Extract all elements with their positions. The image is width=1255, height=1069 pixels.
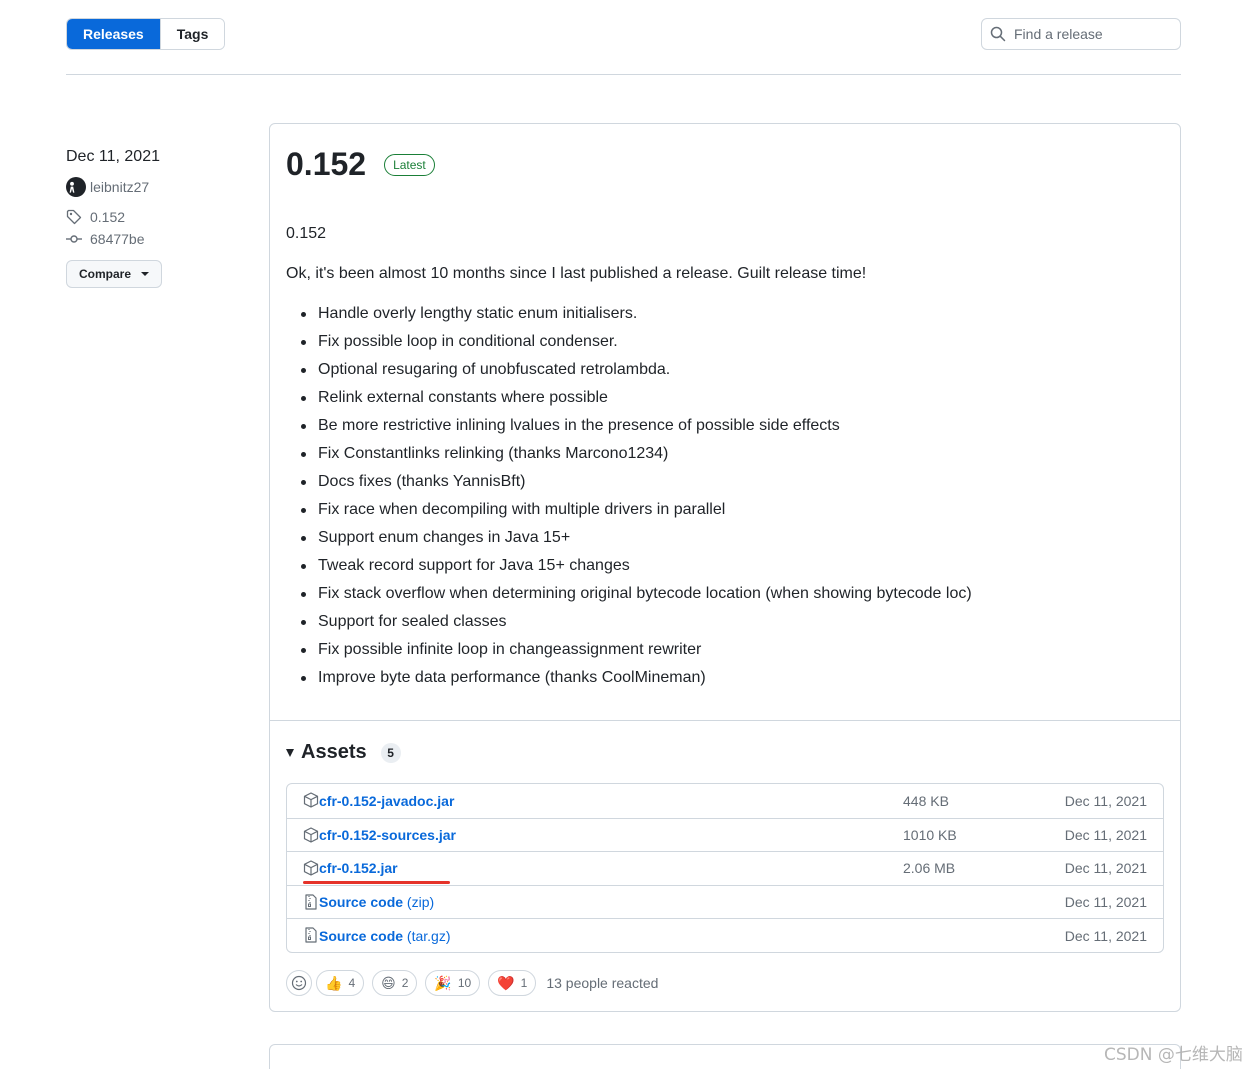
reaction-heart[interactable]: ❤️ 1 <box>488 970 537 996</box>
asset-row: cfr-0.152-sources.jar 1010 KB Dec 11, 20… <box>287 817 1163 852</box>
asset-link[interactable]: cfr-0.152-sources.jar <box>319 827 456 843</box>
add-reaction-button[interactable] <box>286 970 312 996</box>
asset-link[interactable]: cfr-0.152-javadoc.jar <box>319 793 454 809</box>
reaction-thumbs-up[interactable]: 👍 4 <box>316 970 365 996</box>
list-item: Support enum changes in Java 15+ <box>286 526 1146 550</box>
package-icon <box>303 860 319 876</box>
reaction-summary[interactable]: 13 people reacted <box>546 975 658 991</box>
commit-sha[interactable]: 68477be <box>90 231 145 247</box>
watermark: CSDN @七维大脑 <box>1104 1045 1243 1065</box>
asset-date: Dec 11, 2021 <box>1064 826 1147 843</box>
smiley-icon <box>291 975 307 991</box>
reaction-hooray[interactable]: 🎉 10 <box>425 970 481 996</box>
asset-row: cfr-0.152-javadoc.jar 448 KB Dec 11, 202… <box>287 784 1163 818</box>
assets-list: cfr-0.152-javadoc.jar 448 KB Dec 11, 202… <box>286 783 1164 953</box>
avatar <box>66 177 86 197</box>
asset-size: 1010 KB <box>903 826 957 843</box>
list-item: Fix stack overflow when determining orig… <box>286 582 1146 606</box>
release-header: 0.152 Latest <box>286 146 435 183</box>
heart-icon: ❤️ <box>497 974 515 991</box>
find-release-search[interactable] <box>981 18 1181 50</box>
hooray-icon: 🎉 <box>434 974 452 991</box>
asset-size: 448 KB <box>903 792 949 809</box>
compare-button[interactable]: Compare <box>66 260 163 288</box>
chevron-down-icon <box>141 272 150 276</box>
tag-row[interactable]: 0.152 <box>66 208 246 226</box>
list-item: Tweak record support for Java 15+ change… <box>286 554 1146 578</box>
list-item: Handle overly lengthy static enum initia… <box>286 302 1146 326</box>
search-icon <box>990 26 1006 42</box>
notes-heading: 0.152 <box>286 225 327 242</box>
thumbs-up-icon: 👍 <box>325 974 343 991</box>
assets-title: Assets <box>301 741 367 763</box>
package-icon <box>303 826 319 843</box>
header-divider <box>66 74 1181 75</box>
list-item: Relink external constants where possible <box>286 386 1146 410</box>
list-item: Fix possible loop in conditional condens… <box>286 330 1146 354</box>
asset-date: Dec 11, 2021 <box>1064 927 1147 944</box>
list-item: Support for sealed classes <box>286 610 1146 634</box>
tag-name[interactable]: 0.152 <box>90 209 125 225</box>
tab-tags[interactable]: Tags <box>159 19 225 49</box>
asset-link[interactable]: Source code (tar.gz) <box>319 928 451 944</box>
reaction-laugh[interactable]: 😄 2 <box>372 970 418 996</box>
latest-badge: Latest <box>384 153 435 176</box>
list-item: Docs fixes (thanks YannisBft) <box>286 470 1146 494</box>
asset-link[interactable]: cfr-0.152.jar <box>319 860 398 876</box>
asset-row: cfr-0.152.jar 2.06 MB Dec 11, 2021 <box>287 851 1163 885</box>
compare-label: Compare <box>79 267 132 281</box>
author-row[interactable]: leibnitz27 <box>66 177 246 197</box>
list-item: Fix race when decompiling with multiple … <box>286 498 1146 522</box>
asset-date: Dec 11, 2021 <box>1064 894 1147 911</box>
notes-intro: Ok, it's been almost 10 months since I l… <box>286 265 867 282</box>
release-notes: 0.152 Ok, it's been almost 10 months sin… <box>286 222 1146 694</box>
highlight-underline <box>303 881 450 884</box>
asset-row: Source code (tar.gz) Dec 11, 2021 <box>287 918 1163 952</box>
tag-icon <box>66 209 82 225</box>
assets-divider <box>270 720 1180 721</box>
list-item: Fix Constantlinks relinking (thanks Marc… <box>286 442 1146 466</box>
package-icon <box>303 792 319 808</box>
release-title[interactable]: 0.152 <box>286 146 366 183</box>
next-release-card <box>269 1044 1181 1069</box>
release-card: 0.152 Latest 0.152 Ok, it's been almost … <box>269 123 1181 1012</box>
git-commit-icon <box>66 235 82 243</box>
file-zip-icon <box>305 894 317 910</box>
file-zip-icon <box>305 927 317 943</box>
author-name[interactable]: leibnitz27 <box>90 179 149 195</box>
assets-count-badge: 5 <box>380 742 401 763</box>
tab-releases[interactable]: Releases <box>67 19 160 49</box>
list-item: Fix possible infinite loop in changeassi… <box>286 638 1146 662</box>
list-item: Optional resugaring of unobfuscated retr… <box>286 358 1146 382</box>
search-input[interactable] <box>1014 26 1174 42</box>
asset-size: 2.06 MB <box>903 860 956 877</box>
author-avatar-icon <box>69 181 75 193</box>
triangle-down-icon <box>286 748 294 757</box>
commit-row[interactable]: 68477be <box>66 230 246 248</box>
asset-date: Dec 11, 2021 <box>1064 860 1147 877</box>
laugh-icon: 😄 <box>381 974 396 991</box>
asset-date: Dec 11, 2021 <box>1064 792 1147 809</box>
asset-link[interactable]: Source code (zip) <box>319 894 434 910</box>
reactions-bar: 👍 4 😄 2 🎉 10 ❤️ 1 13 people reacted <box>286 970 658 996</box>
release-meta: Dec 11, 2021 leibnitz27 0.152 68477be Co… <box>66 148 246 288</box>
releases-tags-tabnav: Releases Tags <box>66 18 226 50</box>
assets-toggle[interactable]: Assets 5 <box>286 741 401 764</box>
list-item: Improve byte data performance (thanks Co… <box>286 666 1146 690</box>
notes-list: Handle overly lengthy static enum initia… <box>286 302 1146 690</box>
list-item: Be more restrictive inlining lvalues in … <box>286 414 1146 438</box>
release-date: Dec 11, 2021 <box>66 148 160 165</box>
asset-row: Source code (zip) Dec 11, 2021 <box>287 884 1163 919</box>
